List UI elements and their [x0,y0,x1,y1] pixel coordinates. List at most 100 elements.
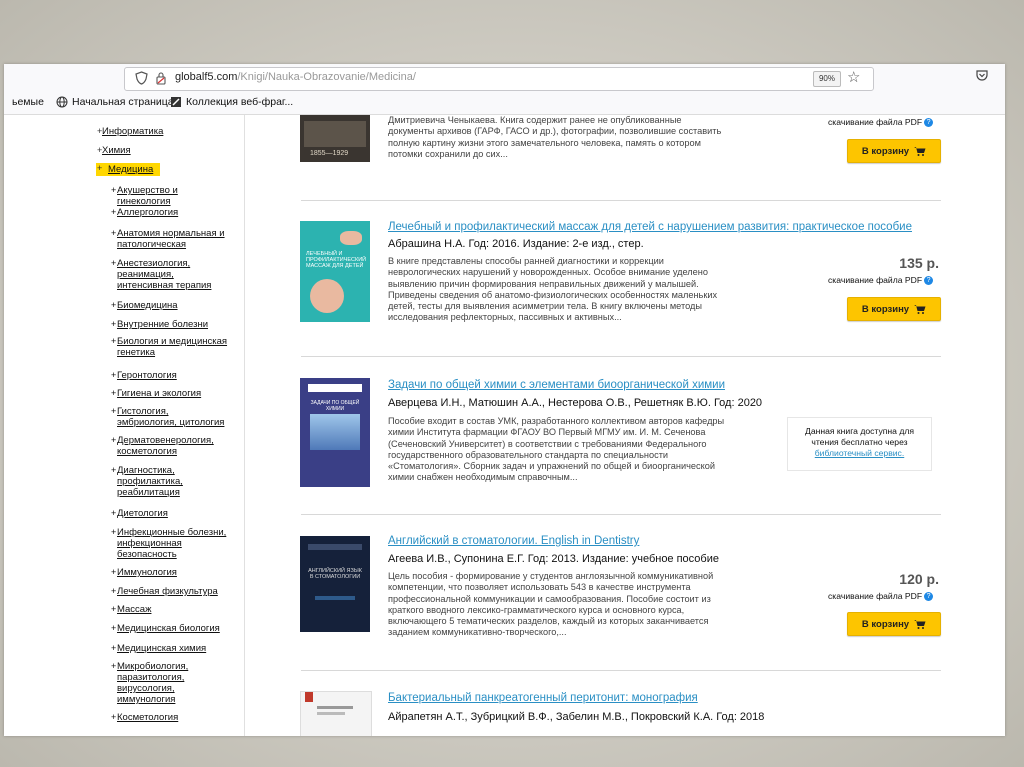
subcategory-item[interactable]: + Медицинская биология [111,623,247,634]
book-title-link[interactable]: Задачи по общей химии с элементами биоор… [388,379,725,391]
subcategory-item[interactable]: + Гистология, эмбриология, цитология [111,406,247,428]
address-bar[interactable]: globalf5.com/Knigi/Nauka-Obrazovanie/Med… [124,67,874,91]
bullet-icon: + [111,604,117,614]
subcategory-item[interactable]: + Биология и медицинская генетика [111,336,247,358]
globe-icon [56,96,68,108]
bullet-icon: + [111,623,117,633]
book-description: Дмитриевича Ченыкаева. Книга содержит ра… [388,115,722,159]
browser-toolbar: globalf5.com/Knigi/Nauka-Obrazovanie/Med… [4,64,1005,92]
subcategory-label: Биомедицина [117,300,178,311]
bullet-icon: + [111,207,117,217]
book-description: Пособие входит в состав УМК, разработанн… [388,416,725,483]
book-description: Цель пособия - формирование у студентов … [388,571,714,638]
bullet-icon: + [111,508,117,518]
subcategory-item[interactable]: + Дерматовенерология, косметология [111,435,247,457]
book-cover[interactable]: ЗАДАЧИ ПО ОБЩЕЙ ХИМИИ [300,378,370,487]
subcategory-item[interactable]: + Гигиена и экология [111,388,247,399]
book-authors: Абрашина Н.А. Год: 2016. Издание: 2-е из… [388,238,644,250]
subcategory-label: Аллергология [117,207,179,218]
category-informatics[interactable]: + Информатика [97,126,163,137]
subcategory-label: Внутренние болезни [117,319,209,330]
category-chemistry[interactable]: + Химия [97,145,131,156]
book-title-link[interactable]: Лечебный и профилактический массаж для д… [388,221,912,233]
subcategory-label: Иммунология [117,567,177,578]
bullet-icon: + [111,300,117,310]
subcategory-item[interactable]: + Лечебная физкультура [111,586,247,597]
subcategory-label: Диетология [117,508,168,519]
sidebar-divider [244,115,245,736]
bullet-icon: + [111,370,117,380]
subcategory-item[interactable]: + Косметология [111,712,247,723]
add-to-cart-button[interactable]: В корзину [847,297,941,321]
subcategory-item[interactable]: + Микробиология, паразитология, вирусология… [111,661,247,705]
book-price: 135 р. [899,255,939,271]
subcategory-item[interactable]: + Биомедицина [111,300,247,311]
subcategory-label: Акушерство и [117,185,178,196]
book-authors: Айрапетян А.Т., Зубрицкий В.Ф., Забелин … [388,711,765,723]
subcategory-item[interactable]: + Медицинская химия [111,643,247,654]
url-text: globalf5.com/Knigi/Nauka-Obrazovanie/Med… [175,71,416,83]
bullet-icon: + [111,228,117,238]
subcategory-item[interactable]: + Иммунология [111,567,247,578]
subcategory-item[interactable]: + Геронтология [111,370,247,381]
subcategory-label: Гигиена и экология [117,388,202,399]
bullet-icon: + [111,661,117,671]
info-icon[interactable]: ? [924,276,934,286]
subcategory-label: Микробиология, [117,661,189,672]
subcategory-label: косметология [117,446,177,457]
pdf-download-note: скачивание файла PDF? [828,275,934,286]
bullet-icon: + [111,185,117,195]
bookmark-home[interactable]: Начальная страница [56,96,174,108]
library-service-link[interactable]: библиотечный сервис. [788,448,931,459]
subcategory-item[interactable]: + Аллергология [111,207,247,218]
bullet-icon: + [111,435,117,445]
book-cover[interactable]: 1855—1929 [300,115,370,162]
subcategory-label: вирусология, [117,683,175,694]
bookmark-web-slices[interactable]: Коллекция веб-фраг... [170,96,293,108]
bullet-icon: + [111,336,117,346]
subcategory-label: реабилитация [117,487,180,498]
book-cover[interactable]: АНГЛИЙСКИЙ ЯЗЫК В СТОМАТОЛОГИИ [300,536,370,632]
subcategory-item[interactable]: + Анатомия нормальная и патологическая [111,228,247,250]
bullet-icon: + [111,258,117,268]
subcategory-label: Медицинская биология [117,623,220,634]
subcategory-label: Косметология [117,712,179,723]
subcategory-item[interactable]: + Инфекционные болезни, инфекционная безопа… [111,527,247,560]
subcategory-label: иммунология [117,694,176,705]
free-access-note: Данная книга доступна для чтения бесплат… [787,417,932,471]
zoom-badge[interactable]: 90% [813,71,841,87]
subcategory-label: Анестезиология, [117,258,191,269]
bullet-icon: + [111,712,117,722]
book-cover[interactable] [300,691,372,736]
pocket-icon[interactable] [976,70,988,82]
bullet-icon: + [111,319,117,329]
shield-icon[interactable] [135,71,148,85]
subcategory-item[interactable]: + Анестезиология, реанимация, интенсивная т… [111,258,247,291]
subcategory-item[interactable]: + Внутренние болезни [111,319,247,330]
book-title-link[interactable]: Бактериальный панкреатогенный перитонит:… [388,692,698,704]
info-icon[interactable]: ? [924,592,934,602]
category-sidebar: + Информатика + Химия + Медицина + Акушерств… [4,115,244,736]
subcategory-label: профилактика, [117,476,183,487]
subcategory-label: эмбриология, цитология [117,417,225,428]
listing-divider [301,514,941,515]
add-to-cart-button[interactable]: В корзину [847,612,941,636]
info-icon[interactable]: ? [924,118,934,128]
add-to-cart-button[interactable]: В корзину [847,139,941,163]
bookmark-item[interactable]: ьемые [12,96,44,108]
subcategory-item[interactable]: + Диетология [111,508,247,519]
subcategory-label: Диагностика, [117,465,175,476]
listing-divider [301,200,941,201]
bullet-icon: + [111,465,117,475]
bookmark-star-icon[interactable]: ☆ [847,69,860,87]
bullet-icon: + [111,567,117,577]
bullet-icon: + [111,586,117,596]
lock-icon[interactable] [155,71,167,85]
book-price: 120 р. [899,571,939,587]
category-medicine-selected[interactable]: + Медицина [96,163,161,176]
subcategory-item[interactable]: + Акушерство и гинекология [111,185,247,207]
book-title-link[interactable]: Английский в стоматологии. English in De… [388,535,639,547]
subcategory-item[interactable]: + Массаж [111,604,247,615]
subcategory-item[interactable]: + Диагностика, профилактика, реабилитация [111,465,247,498]
book-cover[interactable]: ЛЕЧЕБНЫЙ И ПРОФИЛАКТИЧЕСКИЙ МАССАЖ ДЛЯ Д… [300,221,370,322]
